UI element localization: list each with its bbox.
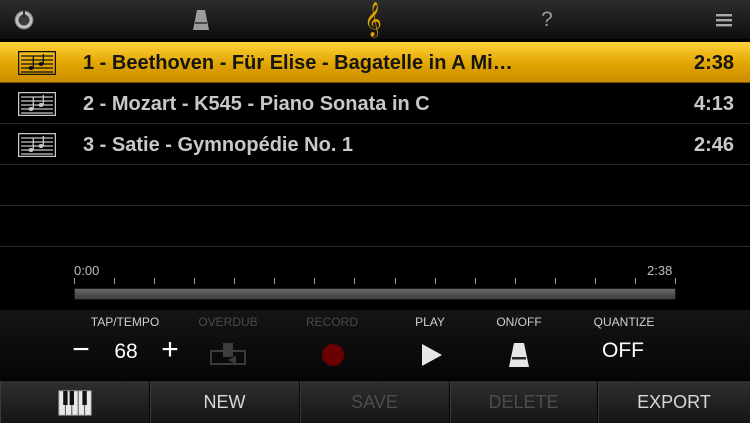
save-button: SAVE [300, 381, 450, 423]
score-icon [18, 51, 56, 75]
record-label: RECORD [305, 315, 358, 329]
song-row-3[interactable]: 3 - Satie - Gymnopédie No. 1 2:46 [0, 124, 750, 165]
play-button-icon[interactable] [420, 342, 444, 368]
timeline-tick [515, 278, 516, 284]
song-title: 2 - Mozart - K545 - Piano Sonata in C [83, 93, 430, 115]
song-row-2[interactable]: 2 - Mozart - K545 - Piano Sonata in C 4:… [0, 83, 750, 124]
delete-button: DELETE [450, 381, 598, 423]
song-duration: 2:46 [693, 134, 734, 156]
empty-row [0, 165, 750, 206]
timeline-tick [154, 278, 155, 284]
onoff-label: ON/OFF [496, 315, 542, 329]
timeline-end-label: 2:38 [647, 263, 673, 278]
empty-row [0, 206, 750, 247]
quantize-label: QUANTIZE [593, 315, 655, 329]
song-title: 1 - Beethoven - Für Elise - Bagatelle in… [83, 52, 513, 74]
transport-controls: TAP/TEMPO OVERDUB RECORD PLAY ON/OFF QUA… [0, 310, 750, 380]
tempo-decrease-button[interactable]: − [66, 335, 96, 365]
timeline-tick [395, 278, 396, 284]
menu-icon[interactable] [711, 7, 737, 33]
top-toolbar: 𝄞 ? [0, 0, 750, 40]
metronome-icon[interactable] [188, 7, 214, 33]
score-icon [18, 133, 56, 157]
overdub-label: OVERDUB [198, 315, 258, 329]
treble-clef-icon[interactable]: 𝄞 [360, 5, 386, 35]
bottom-toolbar: NEW SAVE DELETE EXPORT [0, 380, 750, 423]
timeline-tick [194, 278, 195, 284]
score-icon [18, 92, 56, 116]
timeline-tick [555, 278, 556, 284]
metronome-toggle-icon[interactable] [508, 342, 530, 368]
tempo-value: 68 [114, 340, 138, 363]
record-button-icon [322, 344, 344, 366]
timeline-tick [475, 278, 476, 284]
timeline-tick [595, 278, 596, 284]
timeline: 0:00 2:38 [0, 250, 750, 310]
timeline-tick [354, 278, 355, 284]
timeline-tick [314, 278, 315, 284]
export-button[interactable]: EXPORT [598, 381, 750, 423]
song-list: 1 - Beethoven - Für Elise - Bagatelle in… [0, 42, 750, 247]
timeline-tick [675, 278, 676, 284]
piano-keyboard-icon [58, 390, 91, 415]
quantize-value[interactable]: OFF [590, 339, 656, 363]
new-button[interactable]: NEW [150, 381, 300, 423]
tap-tempo-label[interactable]: TAP/TEMPO [70, 315, 180, 329]
timeline-tick [234, 278, 235, 284]
timeline-tick [74, 278, 75, 284]
song-row-1[interactable]: 1 - Beethoven - Für Elise - Bagatelle in… [0, 42, 750, 83]
timeline-tick [435, 278, 436, 284]
song-duration: 4:13 [693, 93, 734, 115]
overdub-icon [210, 343, 246, 365]
keyboard-button[interactable] [0, 381, 150, 423]
timeline-tick [635, 278, 636, 284]
tempo-increase-button[interactable]: + [155, 335, 185, 365]
timeline-ticks [74, 278, 676, 286]
help-icon[interactable]: ? [534, 7, 560, 33]
song-title: 3 - Satie - Gymnopédie No. 1 [83, 134, 354, 156]
timeline-tick [114, 278, 115, 284]
song-duration: 2:38 [693, 52, 734, 74]
knob-icon[interactable] [11, 7, 37, 33]
timeline-start-label: 0:00 [74, 263, 100, 278]
timeline-tick [274, 278, 275, 284]
timeline-scrubber[interactable] [74, 288, 676, 300]
